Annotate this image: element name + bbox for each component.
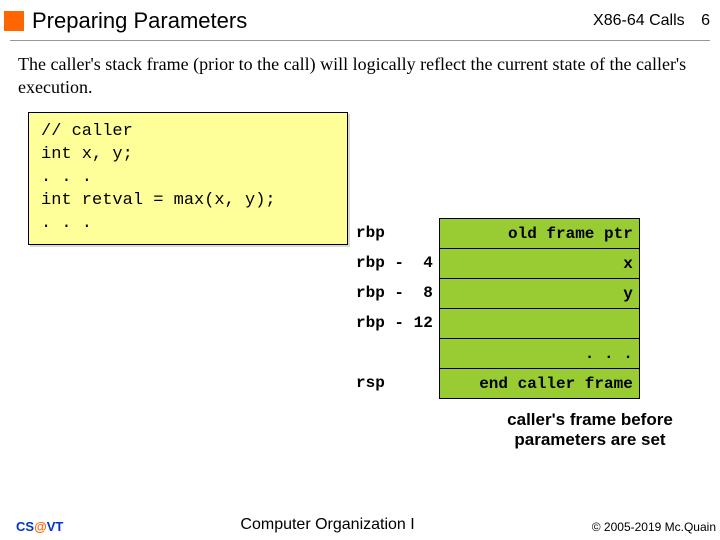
bullet-icon [4,11,24,31]
footer-brand: CS@VT [16,519,63,534]
slide-title: Preparing Parameters [32,8,593,34]
footer-at: @ [34,519,47,534]
stack-label [356,338,433,368]
footer-cs: CS [16,519,34,534]
footer-copyright: © 2005-2019 Mc.Quain [592,520,716,534]
body-paragraph: The caller's stack frame (prior to the c… [0,49,720,112]
header-right: X86-64 Calls 6 [593,12,710,30]
stack-label: rbp [356,218,433,248]
stack-label: rbp - 4 [356,248,433,278]
stack-diagram: rbp rbp - 4 rbp - 8 rbp - 12 rsp old fra… [356,218,640,399]
diagram-caption: caller's frame before parameters are set [490,410,690,451]
stack-cell: end caller frame [439,369,639,399]
stack-table: old frame ptr x y . . . end caller frame [439,218,640,399]
stack-cell: old frame ptr [439,219,639,249]
footer-vt: VT [47,519,64,534]
stack-cell: x [439,249,639,279]
slide-header: Preparing Parameters X86-64 Calls 6 [0,0,720,38]
header-rule [10,40,710,41]
header-topic: X86-64 Calls [593,12,685,29]
footer-course: Computer Organization I [63,516,591,534]
code-snippet: // caller int x, y; . . . int retval = m… [28,112,348,245]
stack-label: rbp - 8 [356,278,433,308]
stack-cell: y [439,279,639,309]
stack-cell: . . . [439,339,639,369]
stack-cell [439,309,639,339]
stack-offset-labels: rbp rbp - 4 rbp - 8 rbp - 12 rsp [356,218,433,399]
page-number: 6 [701,12,710,29]
stack-label: rbp - 12 [356,308,433,338]
stack-label: rsp [356,368,433,398]
slide-footer: CS@VT Computer Organization I © 2005-201… [0,516,720,536]
